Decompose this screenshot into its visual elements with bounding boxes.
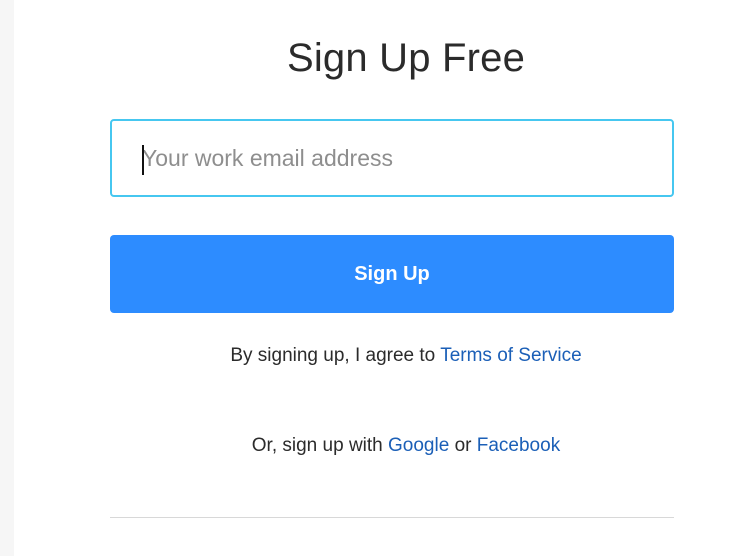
google-signup-link[interactable]: Google xyxy=(388,435,449,456)
facebook-signup-link[interactable]: Facebook xyxy=(477,435,560,456)
terms-prefix: By signing up, I agree to xyxy=(230,345,441,366)
email-field[interactable] xyxy=(112,121,672,195)
alternative-separator: or xyxy=(449,435,477,456)
text-cursor xyxy=(142,145,144,175)
terms-of-service-link[interactable]: Terms of Service xyxy=(440,345,581,366)
terms-text: By signing up, I agree to Terms of Servi… xyxy=(14,345,750,367)
alternative-prefix: Or, sign up with xyxy=(251,435,389,456)
email-field-container[interactable] xyxy=(110,119,674,197)
page-title: Sign Up Free xyxy=(286,36,526,80)
page: Sign Up Free Sign Up By signing up, I ag… xyxy=(0,0,750,556)
signup-card: Sign Up Free Sign Up By signing up, I ag… xyxy=(14,0,750,556)
alternative-signup-text: Or, sign up with Google or Facebook xyxy=(14,435,750,457)
sign-up-button[interactable]: Sign Up xyxy=(110,235,674,313)
section-divider xyxy=(110,517,674,518)
